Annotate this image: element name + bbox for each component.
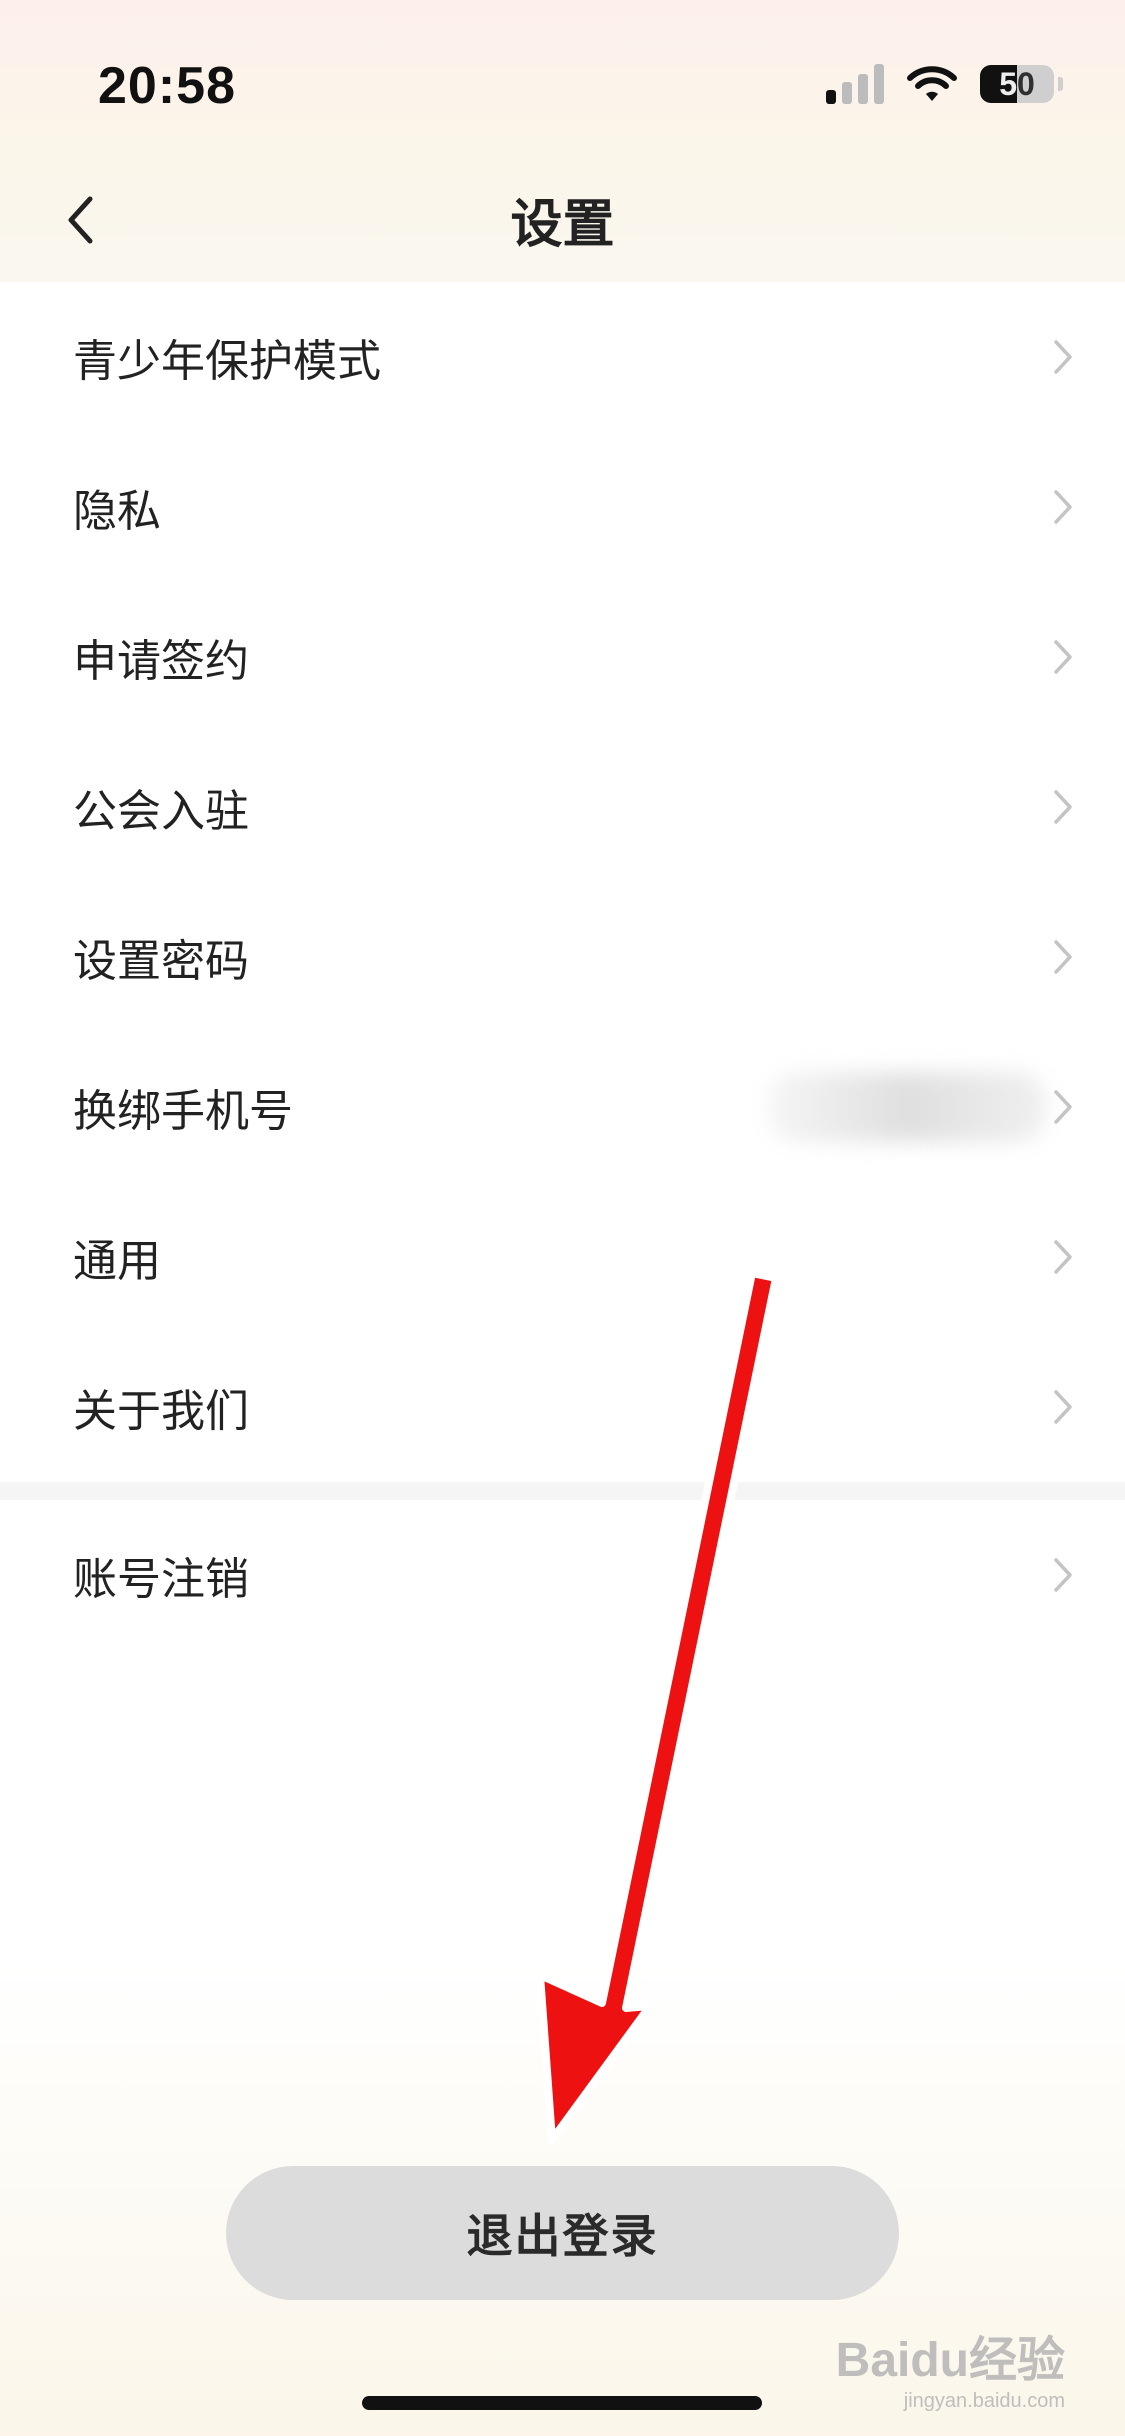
- settings-item-about-us[interactable]: 关于我们: [0, 1332, 1125, 1482]
- baidu-watermark: Baidu经验 jingyan.baidu.com: [836, 2320, 1065, 2413]
- status-time: 20:58: [98, 57, 236, 115]
- home-indicator[interactable]: [362, 2396, 762, 2410]
- settings-item-privacy[interactable]: 隐私: [0, 432, 1125, 582]
- chevron-right-icon: [1054, 1090, 1072, 1124]
- chevron-right-icon: [1054, 1390, 1072, 1424]
- cellular-signal-icon: [826, 64, 884, 104]
- status-icons: 50: [826, 64, 1063, 104]
- settings-item-label: 账号注销: [73, 1554, 249, 1605]
- settings-list: 青少年保护模式 隐私 申请签约 公会入驻 设置密码 换绑手机号 通用 关于我们 …: [0, 282, 1125, 1650]
- settings-item-label: 青少年保护模式: [73, 336, 381, 387]
- settings-item-label: 设置密码: [73, 936, 249, 987]
- section-divider: [0, 1482, 1125, 1500]
- page-title: 设置: [510, 195, 615, 255]
- settings-item-label: 隐私: [73, 486, 161, 537]
- chevron-right-icon: [1054, 790, 1072, 824]
- settings-item-delete-account[interactable]: 账号注销: [0, 1500, 1125, 1650]
- wifi-icon: [907, 66, 957, 101]
- battery-icon: 50: [980, 65, 1054, 103]
- watermark-url: jingyan.baidu.com: [903, 2390, 1065, 2412]
- settings-item-label: 通用: [73, 1236, 161, 1287]
- settings-item-youth-mode[interactable]: 青少年保护模式: [0, 282, 1125, 432]
- logout-button[interactable]: 退出登录: [226, 2166, 899, 2300]
- settings-item-label: 关于我们: [73, 1386, 249, 1437]
- chevron-right-icon: [1054, 340, 1072, 374]
- battery-level: 50: [999, 65, 1035, 102]
- settings-item-general[interactable]: 通用: [0, 1182, 1125, 1332]
- chevron-right-icon: [1054, 940, 1072, 974]
- settings-item-change-phone[interactable]: 换绑手机号: [0, 1032, 1125, 1182]
- chevron-right-icon: [1054, 490, 1072, 524]
- settings-item-label: 换绑手机号: [73, 1086, 293, 1137]
- settings-item-set-password[interactable]: 设置密码: [0, 882, 1125, 1032]
- watermark-brand: Baidu经验: [835, 2334, 1065, 2387]
- settings-item-guild-join[interactable]: 公会入驻: [0, 732, 1125, 882]
- settings-item-apply-contract[interactable]: 申请签约: [0, 582, 1125, 732]
- settings-item-label: 申请签约: [73, 636, 249, 687]
- chevron-right-icon: [1054, 1558, 1072, 1592]
- battery-cap: [1058, 77, 1063, 91]
- settings-item-label: 公会入驻: [73, 786, 249, 837]
- chevron-right-icon: [1054, 640, 1072, 674]
- blurred-phone-number: [767, 1072, 1047, 1142]
- chevron-right-icon: [1054, 1240, 1072, 1274]
